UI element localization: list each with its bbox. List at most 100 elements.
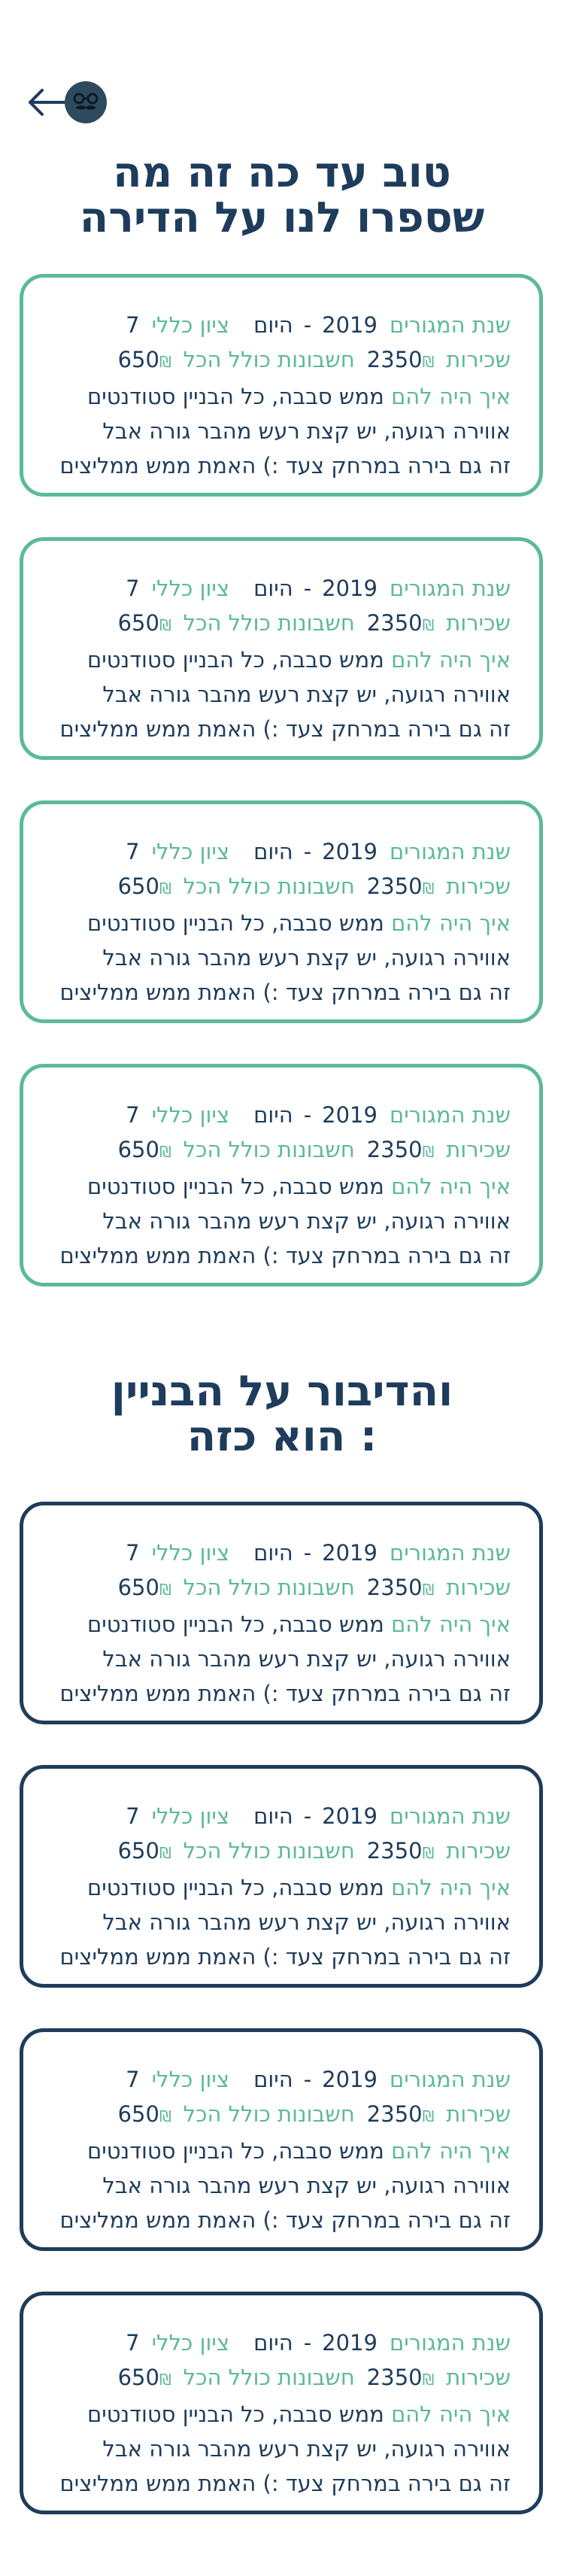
bills-label: חשבונות כולל הכל — [183, 610, 355, 636]
rent-label: שכירות — [446, 347, 511, 372]
review-line1: ממש סבבה, כל הבניין סטודנטים — [87, 2401, 384, 2427]
review-card[interactable]: שנת המגורים 2019-היום ציון כללי 7 שכירות 235… — [20, 2028, 543, 2251]
rent-label: שכירות — [446, 1838, 511, 1864]
years-label: שנת המגורים — [389, 2067, 511, 2092]
rent-value: 2350 — [366, 2101, 423, 2127]
card-row-years: שנת המגורים 2019-היום ציון כללי 7 — [52, 2062, 511, 2097]
card-row-years: שנת המגורים 2019-היום ציון כללי 7 — [52, 834, 511, 869]
rent-value: 2350 — [366, 1137, 423, 1162]
overall-label: ציון כללי — [151, 839, 230, 864]
review-card[interactable]: שנת המגורים 2019-היום ציון כללי 7 שכירות 235… — [20, 1765, 543, 1988]
bills-label: חשבונות כולל הכל — [183, 1575, 355, 1600]
apartment-title-line1: טוב עד כה זה מה — [113, 148, 451, 197]
year-from: 2019 — [322, 576, 378, 601]
years-label: שנת המגורים — [389, 1102, 511, 1128]
card-row-review: איך היה להם ממש סבבה, כל הבניין סטודנטים — [52, 379, 511, 414]
year-dash: - — [303, 1540, 312, 1566]
shekel-icon: ₪ — [159, 353, 171, 371]
how-label: איך היה להם — [391, 2401, 511, 2427]
shekel-icon: ₪ — [159, 879, 171, 898]
year-dash: - — [303, 839, 312, 864]
year-to: היום — [253, 1102, 293, 1128]
rent-value: 2350 — [366, 1575, 423, 1600]
overall-label: ציון כללי — [151, 2330, 230, 2356]
shekel-icon: ₪ — [422, 2107, 435, 2125]
card-row-costs: שכירות2350₪חשבונות כולל הכל650₪ — [52, 1833, 511, 1870]
card-row-review: איך היה להם ממש סבבה, כל הבניין סטודנטים — [52, 1870, 511, 1905]
review-line3: זה גם בירה במרחק צעד :) האמת ממש ממליצים — [59, 1681, 511, 1706]
year-to: היום — [253, 1540, 293, 1566]
bills-value: 650 — [117, 610, 159, 636]
review-line1: ממש סבבה, כל הבניין סטודנטים — [87, 384, 384, 409]
years-label: שנת המגורים — [389, 312, 511, 338]
review-card[interactable]: שנת המגורים 2019-היום ציון כללי 7 שכירות 235… — [20, 800, 543, 1023]
years-label: שנת המגורים — [389, 1540, 511, 1566]
rent-label: שכירות — [446, 610, 511, 636]
review-line2: אווירה רגועה, יש קצת רעש מהבר גורה אבל — [102, 945, 511, 971]
review-card[interactable]: שנת המגורים 2019-היום ציון כללי 7 שכירות 235… — [20, 274, 543, 497]
apartment-section-title: טוב עד כה זה מה שספרו לנו על הדירה — [0, 150, 564, 241]
rent-label: שכירות — [446, 873, 511, 899]
review-card[interactable]: שנת המגורים 2019-היום ציון כללי 7 שכירות 235… — [20, 1064, 543, 1286]
review-line2: אווירה רגועה, יש קצת רעש מהבר גורה אבל — [102, 1909, 511, 1935]
year-from: 2019 — [322, 2067, 378, 2092]
years-label: שנת המגורים — [389, 1803, 511, 1829]
how-label: איך היה להם — [391, 1875, 511, 1900]
overall-score: 7 — [126, 1803, 140, 1829]
rent-value: 2350 — [366, 2365, 423, 2390]
review-line1: ממש סבבה, כל הבניין סטודנטים — [87, 910, 384, 936]
review-line3: זה גם בירה במרחק צעד :) האמת ממש ממליצים — [59, 453, 511, 478]
review-line2: אווירה רגועה, יש קצת רעש מהבר גורה אבל — [102, 682, 511, 707]
year-from: 2019 — [322, 1102, 378, 1128]
card-row-years: שנת המגורים 2019-היום ציון כללי 7 — [52, 1098, 511, 1132]
card-row-costs: שכירות2350₪חשבונות כולל הכל650₪ — [52, 2097, 511, 2134]
building-title-line2: : הוא כזה — [186, 1412, 378, 1461]
top-bar — [27, 78, 107, 126]
card-row-costs: שכירות2350₪חשבונות כולל הכל650₪ — [52, 1570, 511, 1607]
review-card[interactable]: שנת המגורים 2019-היום ציון כללי 7 שכירות 235… — [20, 2292, 543, 2514]
arrow-left-icon[interactable] — [27, 87, 69, 117]
rent-label: שכירות — [446, 1137, 511, 1162]
review-card[interactable]: שנת המגורים 2019-היום ציון כללי 7 שכירות 235… — [20, 1502, 543, 1724]
rent-label: שכירות — [446, 2101, 511, 2127]
card-row-years: שנת המגורים 2019-היום ציון כללי 7 — [52, 308, 511, 342]
mustache-glasses-avatar-icon[interactable] — [65, 81, 107, 123]
year-dash: - — [303, 312, 312, 338]
bills-label: חשבונות כולל הכל — [183, 1137, 355, 1162]
review-card[interactable]: שנת המגורים 2019-היום ציון כללי 7 שכירות 235… — [20, 537, 543, 760]
card-row-years: שנת המגורים 2019-היום ציון כללי 7 — [52, 2325, 511, 2360]
bills-value: 650 — [117, 1575, 159, 1600]
shekel-icon: ₪ — [159, 1844, 171, 1862]
review-line2: אווירה רגועה, יש קצת רעש מהבר גורה אבל — [102, 2173, 511, 2198]
rent-label: שכירות — [446, 1575, 511, 1600]
how-label: איך היה להם — [391, 647, 511, 673]
year-dash: - — [303, 576, 312, 601]
year-to: היום — [253, 312, 293, 338]
bills-value: 650 — [117, 1137, 159, 1162]
bills-value: 650 — [117, 873, 159, 899]
bills-label: חשבונות כולל הכל — [183, 2365, 355, 2390]
year-to: היום — [253, 1803, 293, 1829]
shekel-icon: ₪ — [422, 1581, 435, 1599]
overall-label: ציון כללי — [151, 2067, 230, 2092]
overall-label: ציון כללי — [151, 576, 230, 601]
overall-score: 7 — [126, 576, 140, 601]
shekel-icon: ₪ — [422, 2371, 435, 2389]
how-label: איך היה להם — [391, 910, 511, 936]
shekel-icon: ₪ — [159, 2371, 171, 2389]
year-from: 2019 — [322, 1540, 378, 1566]
how-label: איך היה להם — [391, 1174, 511, 1199]
card-row-costs: שכירות2350₪חשבונות כולל הכל650₪ — [52, 606, 511, 642]
rent-value: 2350 — [366, 1838, 423, 1864]
rent-value: 2350 — [366, 347, 423, 372]
bills-label: חשבונות כולל הכל — [183, 2101, 355, 2127]
year-dash: - — [303, 1803, 312, 1829]
shekel-icon: ₪ — [422, 353, 435, 371]
building-section-title: והדיבור על הבניין : הוא כזה — [0, 1369, 564, 1460]
review-line3: זה גם בירה במרחק צעד :) האמת ממש ממליצים — [59, 1243, 511, 1268]
review-line1: ממש סבבה, כל הבניין סטודנטים — [87, 1875, 384, 1900]
shekel-icon: ₪ — [422, 616, 435, 634]
year-to: היום — [253, 2330, 293, 2356]
how-label: איך היה להם — [391, 2138, 511, 2164]
bills-label: חשבונות כולל הכל — [183, 347, 355, 372]
